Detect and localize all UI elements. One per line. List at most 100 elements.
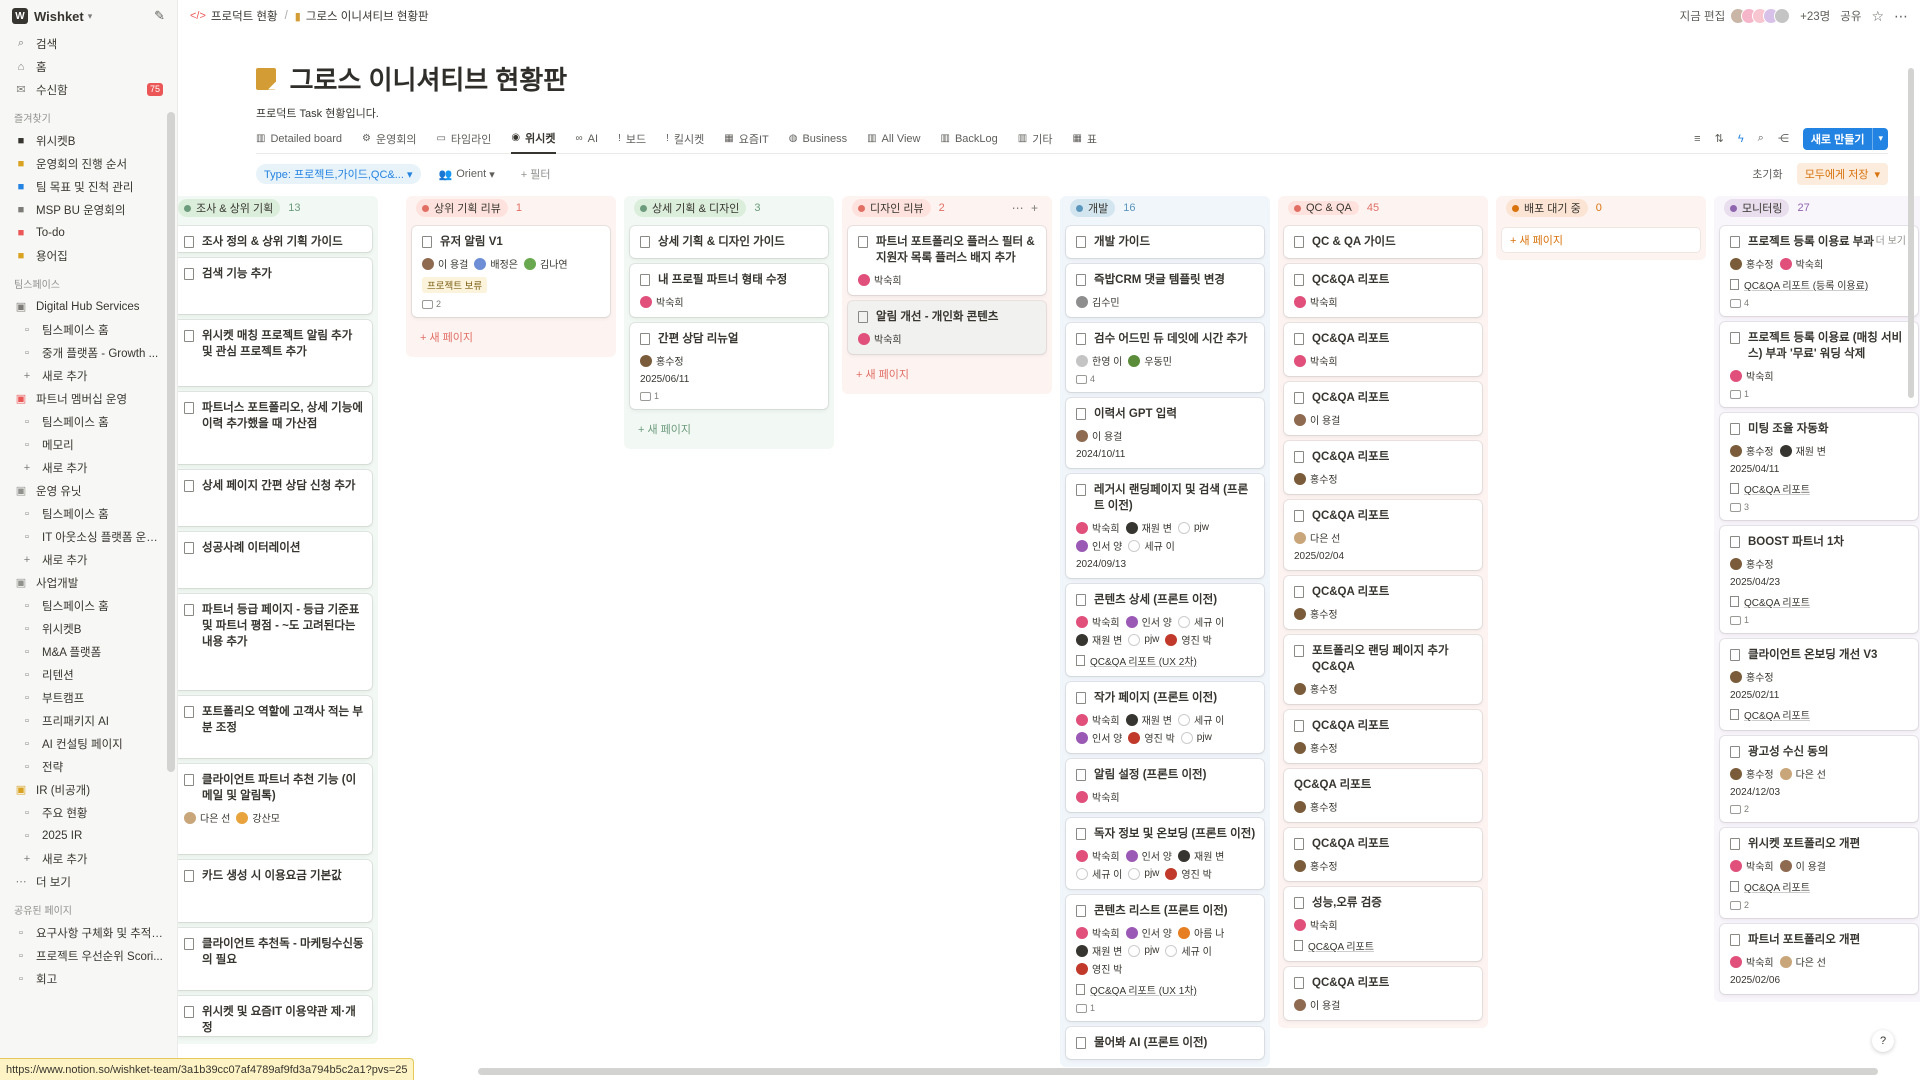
shared-page[interactable]: ▫ 프로젝트 우선순위 Scori... bbox=[0, 944, 177, 967]
tab-view[interactable]: ▥ Detailed board bbox=[256, 124, 342, 154]
column-status-pill[interactable]: 배포 대기 중 bbox=[1506, 199, 1588, 217]
board-card[interactable]: 광고성 수신 동의 홍수정 다은 선 2024/12/03 2 bbox=[1720, 736, 1918, 822]
shared-page[interactable]: ▫ 요구사항 구체화 및 추적 ... bbox=[0, 921, 177, 944]
assignee[interactable]: pjw bbox=[1178, 521, 1209, 534]
teamspace-page[interactable]: ▫ 전략 bbox=[0, 755, 177, 778]
card-title[interactable]: 유저 알림 V1 bbox=[422, 234, 602, 250]
type-filter-chip[interactable]: Type: 프로젝트,가이드,QC&... ▾ bbox=[256, 164, 421, 184]
new-page-button[interactable]: 새 페이지 bbox=[848, 362, 1046, 386]
assignee[interactable]: 이 용걸 bbox=[1294, 412, 1340, 427]
card-title[interactable]: 위시켓 및 요즘IT 이용약관 제·개정 bbox=[184, 1004, 364, 1036]
orient-filter-chip[interactable]: 👥 Orient ▾ bbox=[431, 166, 503, 183]
card-title[interactable]: QC&QA 리포트 bbox=[1294, 777, 1474, 793]
card-title[interactable]: 포트폴리오 역할에 고객사 적는 부분 조정 bbox=[184, 704, 364, 736]
column-actions[interactable]: ⋯ + bbox=[1012, 201, 1040, 215]
teamspace-page[interactable]: ▫ 리텐션 bbox=[0, 663, 177, 686]
card-title[interactable]: 검수 어드민 듀 데잇에 시간 추가 bbox=[1076, 331, 1256, 347]
card-title[interactable]: QC&QA 리포트 bbox=[1294, 508, 1474, 524]
related-page-link[interactable]: QC&QA 리포트 bbox=[1730, 879, 1910, 894]
board-card[interactable]: 조사 정의 & 상위 기획 가이드 bbox=[178, 226, 372, 252]
assignee[interactable]: 박숙희 bbox=[1730, 954, 1774, 969]
board-card[interactable]: 위시켓 포트폴리오 개편 박숙희 이 용걸 QC&QA 리포트 2 bbox=[1720, 828, 1918, 918]
board-card[interactable]: 간편 상담 리뉴얼 홍수정 2025/06/11 1 bbox=[630, 323, 828, 409]
card-title[interactable]: 미팅 조율 자동화 bbox=[1730, 421, 1910, 437]
assignee[interactable]: pjw bbox=[1128, 944, 1159, 957]
card-title[interactable]: BOOST 파트너 1차 bbox=[1730, 534, 1910, 550]
board-card[interactable]: QC&QA 리포트 박숙희 bbox=[1284, 264, 1482, 317]
teamspace-item[interactable]: ▣ IR (비공개) bbox=[0, 778, 177, 801]
teamspace-page[interactable]: ▫ 위시켓B bbox=[0, 617, 177, 640]
card-title[interactable]: 포트폴리오 랜딩 페이지 추가 QC&QA bbox=[1294, 643, 1474, 675]
board-card[interactable]: 카드 생성 시 이용요금 기본값 bbox=[178, 860, 372, 922]
assignee[interactable]: 홍수정 bbox=[1294, 606, 1338, 621]
assignee[interactable]: pjw bbox=[1180, 731, 1212, 744]
board-card[interactable]: 파트너 포트폴리오 개편 박숙희 다은 선 2025/02/06 bbox=[1720, 924, 1918, 994]
board-card[interactable]: 클라이언트 추천독 - 마케팅수신동의 필요 bbox=[178, 928, 372, 990]
related-page-link[interactable]: QC&QA 리포트 bbox=[1730, 707, 1910, 722]
filter-icon[interactable]: ≡ bbox=[1694, 133, 1700, 145]
save-for-everyone-button[interactable]: 모두에게 저장 ▾ bbox=[1796, 163, 1888, 185]
assignee[interactable]: 다은 선 bbox=[184, 810, 230, 825]
card-title[interactable]: 간편 상담 리뉴얼 bbox=[640, 331, 820, 347]
board-card[interactable]: 콘텐츠 상세 (프론트 이전) 박숙희 인서 양 세규 이 재원 변 pjw 영진 박 QC&… bbox=[1066, 584, 1264, 676]
assignee[interactable]: 재원 변 bbox=[1076, 632, 1122, 647]
board-card[interactable]: 레거시 랜딩페이지 및 검색 (프론트 이전) 박숙희 재원 변 pjw 인서 양 세규 … bbox=[1066, 474, 1264, 578]
teamspace-item[interactable]: ▣ 파트너 멤버십 운영 bbox=[0, 387, 177, 410]
tab-view[interactable]: ▦ 요즘IT bbox=[724, 124, 768, 154]
assignee[interactable]: 세규 이 bbox=[1076, 866, 1122, 881]
assignee[interactable]: 홍수정 bbox=[1730, 556, 1774, 571]
assignee[interactable]: 홍수정 bbox=[1730, 256, 1774, 271]
assignee[interactable]: 세규 이 bbox=[1165, 943, 1212, 958]
board-card[interactable]: QC&QA 리포트 이 용걸 bbox=[1284, 967, 1482, 1020]
board-card[interactable]: 파트너 등급 페이지 - 등급 기준표 및 파트너 평점 - ~도 고려된다는 … bbox=[178, 594, 372, 690]
assignee[interactable]: 세규 이 bbox=[1128, 538, 1175, 553]
tab-view[interactable]: ⚙ 운영회의 bbox=[362, 124, 416, 154]
teamspace-item[interactable]: ▣ Digital Hub Services bbox=[0, 295, 177, 318]
card-title[interactable]: 콘텐츠 상세 (프론트 이전) bbox=[1076, 592, 1256, 608]
add-page-button[interactable]: + 새로 추가 bbox=[0, 548, 177, 571]
tab-view[interactable]: ▥ 기타 bbox=[1018, 124, 1053, 154]
more-columns[interactable]: ⋯ 더 보기 bbox=[1863, 232, 1906, 247]
more-options-icon[interactable]: ⋯ bbox=[1894, 8, 1908, 25]
assignee[interactable]: 박숙희 bbox=[1076, 925, 1120, 940]
favorite-item[interactable]: ■ To-do bbox=[0, 221, 177, 244]
related-page-link[interactable]: QC&QA 리포트 bbox=[1730, 481, 1910, 496]
page-title[interactable]: 그로스 이니셔티브 현황판 bbox=[290, 60, 568, 97]
assignee[interactable]: 홍수정 bbox=[1294, 858, 1338, 873]
card-title[interactable]: 위시켓 포트폴리오 개편 bbox=[1730, 836, 1910, 852]
related-page-link[interactable]: QC&QA 리포트 (UX 1차) bbox=[1076, 982, 1256, 997]
share-button[interactable]: 공유 bbox=[1840, 8, 1861, 24]
teamspace-page[interactable]: ▫ 팀스페이스 홈 bbox=[0, 318, 177, 341]
tab-view[interactable]: ▥ BackLog bbox=[940, 124, 997, 154]
card-title[interactable]: 성공사례 이터레이션 bbox=[184, 540, 364, 556]
related-page-link[interactable]: QC&QA 리포트 (등록 이용료) bbox=[1730, 277, 1910, 292]
related-page-link[interactable]: QC&QA 리포트 (UX 2차) bbox=[1076, 653, 1256, 668]
board-card[interactable]: QC&QA 리포트 다은 선 2025/02/04 bbox=[1284, 500, 1482, 570]
card-title[interactable]: 이력서 GPT 입력 bbox=[1076, 406, 1256, 422]
chevron-down-icon[interactable]: ▾ bbox=[1872, 127, 1888, 150]
avatar[interactable] bbox=[1774, 8, 1791, 24]
card-title[interactable]: 파트너 포트폴리오 개편 bbox=[1730, 932, 1910, 948]
card-title[interactable]: 레거시 랜딩페이지 및 검색 (프론트 이전) bbox=[1076, 482, 1256, 514]
assignee[interactable]: 홍수정 bbox=[1294, 799, 1338, 814]
search-icon[interactable]: ⌕ bbox=[1758, 132, 1764, 145]
breadcrumb-item[interactable]: 프로덕트 현황 bbox=[211, 8, 278, 24]
member-count[interactable]: +23명 bbox=[1800, 8, 1830, 24]
card-title[interactable]: QC&QA 리포트 bbox=[1294, 836, 1474, 852]
favorite-item[interactable]: ■ 위시켓B bbox=[0, 129, 177, 152]
assignee[interactable]: 김수민 bbox=[1076, 294, 1120, 309]
card-title[interactable]: QC&QA 리포트 bbox=[1294, 975, 1474, 991]
board-card[interactable]: 알림 개선 - 개인화 콘텐츠 박숙희 bbox=[848, 301, 1046, 354]
board-card[interactable]: 작가 페이지 (프론트 이전) 박숙희 재원 변 세규 이 인서 양 영진 박 pjw bbox=[1066, 682, 1264, 753]
assignee[interactable]: 이 용걸 bbox=[1779, 858, 1826, 873]
tab-view[interactable]: ▦ 표 bbox=[1072, 124, 1097, 154]
card-title[interactable]: 작가 페이지 (프론트 이전) bbox=[1076, 690, 1256, 706]
card-title[interactable]: 클라이언트 추천독 - 마케팅수신동의 필요 bbox=[184, 936, 364, 968]
board-card[interactable]: QC&QA 리포트 이 용걸 bbox=[1284, 382, 1482, 435]
teamspace-page[interactable]: ▫ 메모리 bbox=[0, 433, 177, 456]
assignee[interactable]: 박숙희 bbox=[1730, 368, 1774, 383]
column-status-pill[interactable]: 개발 bbox=[1070, 199, 1116, 217]
assignee[interactable]: 우동민 bbox=[1128, 353, 1172, 368]
teamspace-item[interactable]: ▣ 사업개발 bbox=[0, 571, 177, 594]
board-card[interactable]: 성능,오류 검증 박숙희 QC&QA 리포트 bbox=[1284, 887, 1482, 961]
